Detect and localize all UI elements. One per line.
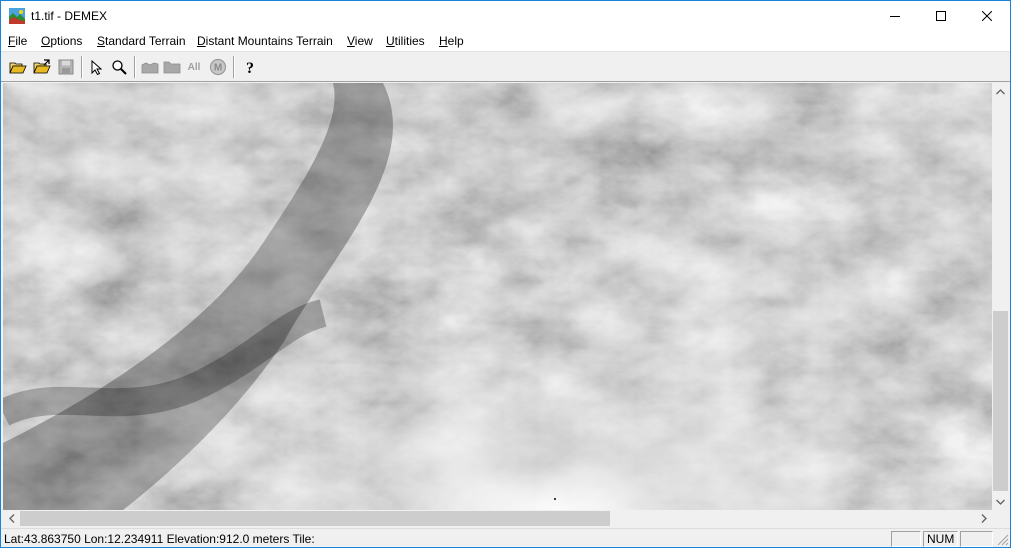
m-circle-icon: M (209, 58, 227, 76)
resize-grip[interactable] (995, 532, 1009, 546)
vertical-scrollbar[interactable] (992, 83, 1009, 510)
minimize-button[interactable] (872, 1, 918, 31)
save-button[interactable] (55, 56, 77, 78)
m-label: M (214, 63, 222, 74)
open-button[interactable] (7, 56, 29, 78)
select-arrow-icon (91, 59, 103, 75)
save-icon (58, 59, 74, 75)
select-tool-button[interactable] (86, 56, 108, 78)
terrain-flat-button[interactable] (161, 56, 183, 78)
open-recent-button[interactable] (31, 56, 53, 78)
scroll-left-button[interactable] (3, 510, 20, 527)
status-coordinates: Lat:43.863750 Lon:12.234911 Elevation:91… (4, 532, 315, 546)
maximize-icon (936, 11, 946, 21)
m-button[interactable]: M (207, 56, 229, 78)
menu-file[interactable]: File (8, 34, 27, 48)
help-label: ? (246, 60, 254, 76)
minimize-icon (890, 16, 900, 17)
all-button[interactable]: All (183, 56, 205, 78)
horizontal-scroll-thumb[interactable] (20, 511, 610, 526)
menu-view[interactable]: View (347, 34, 373, 48)
chevron-up-icon (996, 88, 1005, 94)
scroll-down-button[interactable] (992, 493, 1009, 510)
close-icon (982, 11, 992, 21)
chevron-down-icon (996, 499, 1005, 505)
toolbar-separator (233, 56, 235, 78)
status-pane-scrl (960, 531, 993, 547)
open-folder-arrow-icon (33, 59, 51, 74)
open-folder-icon (9, 62, 27, 74)
app-icon[interactable] (9, 8, 25, 24)
terrain-icon (141, 62, 159, 74)
toolbar: All M ? (1, 53, 1010, 82)
scrollbar-corner (992, 510, 1009, 527)
zoom-tool-button[interactable] (108, 56, 130, 78)
zoom-icon (112, 60, 127, 75)
demex-window: t1.tif - DEMEX File Options Standard Ter… (0, 0, 1011, 548)
maximize-button[interactable] (918, 1, 964, 31)
chevron-left-icon (8, 514, 14, 523)
menu-help[interactable]: Help (439, 34, 464, 48)
all-icon: All (187, 61, 201, 73)
window-title: t1.tif - DEMEX (31, 9, 108, 23)
horizontal-scrollbar[interactable] (3, 510, 992, 527)
status-bar: Lat:43.863750 Lon:12.234911 Elevation:91… (1, 528, 1010, 547)
menu-bar: File Options Standard Terrain Distant Mo… (1, 31, 1010, 52)
scroll-right-button[interactable] (975, 510, 992, 527)
cursor-dot (554, 498, 556, 500)
terrain-button[interactable] (139, 56, 161, 78)
dem-image[interactable] (3, 83, 992, 510)
terrain-flat-icon (163, 61, 181, 74)
menu-utilities[interactable]: Utilities (386, 34, 425, 48)
scroll-up-button[interactable] (992, 83, 1009, 100)
help-icon: ? (246, 60, 254, 76)
chevron-right-icon (981, 514, 987, 523)
menu-standard-terrain[interactable]: Standard Terrain (97, 34, 186, 48)
toolbar-separator (81, 56, 83, 78)
status-pane-caps (891, 531, 921, 547)
status-pane-num: NUM (923, 531, 958, 547)
dem-view[interactable] (3, 83, 992, 510)
help-button[interactable]: ? (239, 56, 261, 78)
toolbar-separator (134, 56, 136, 78)
menu-options[interactable]: Options (41, 34, 82, 48)
resize-grip-icon (997, 534, 1009, 546)
menu-distant-mountains-terrain[interactable]: Distant Mountains Terrain (197, 34, 333, 48)
close-button[interactable] (964, 1, 1010, 31)
vertical-scroll-thumb[interactable] (993, 311, 1008, 491)
title-bar[interactable]: t1.tif - DEMEX (1, 1, 1010, 31)
